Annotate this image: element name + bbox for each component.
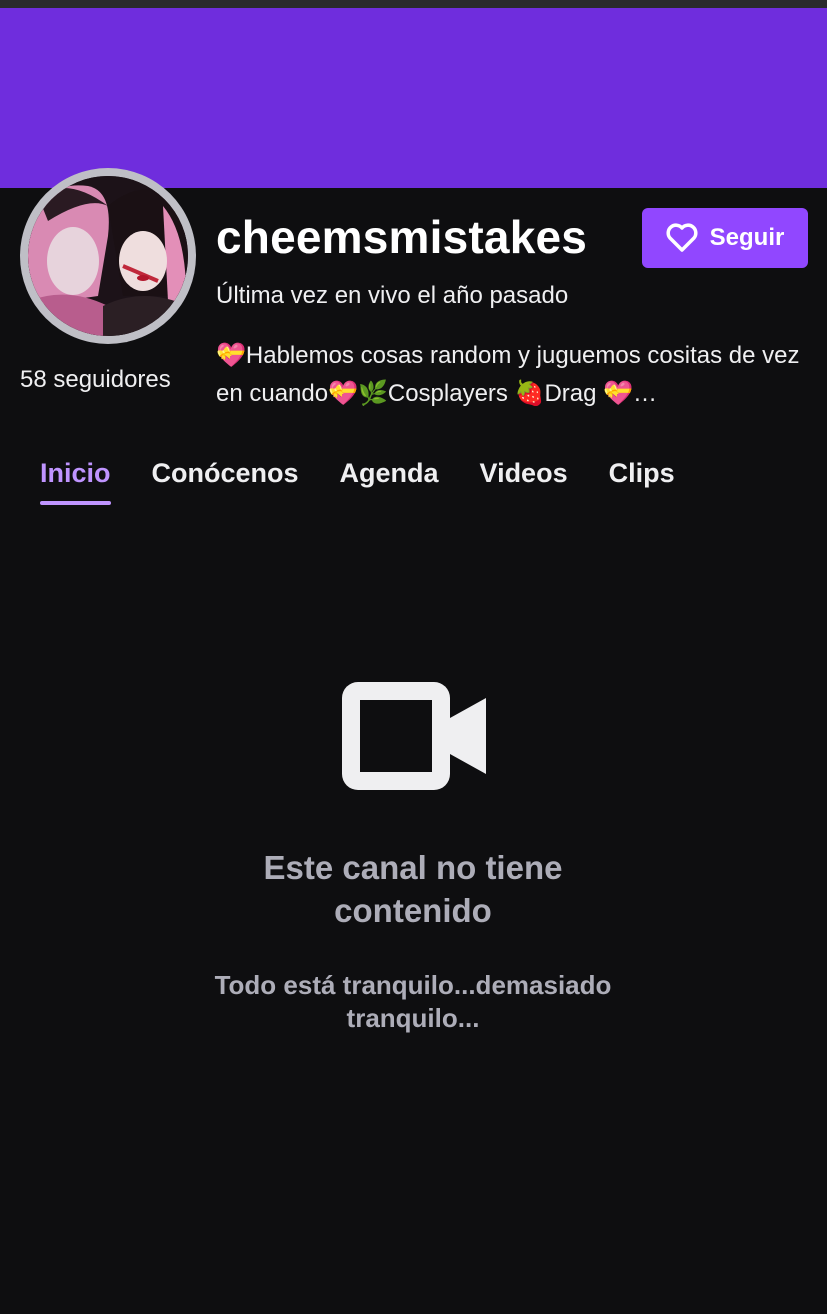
follow-button[interactable]: Seguir xyxy=(642,208,808,268)
empty-state-subtitle: Todo está tranquilo...demasiado tranquil… xyxy=(214,970,612,1033)
tab-videos[interactable]: Videos xyxy=(480,458,568,505)
follow-button-label: Seguir xyxy=(709,224,785,251)
avatar-image xyxy=(28,176,188,336)
last-live-status: Última vez en vivo el año pasado xyxy=(216,282,569,309)
status-bar-strip xyxy=(0,0,827,8)
empty-state-title: Este canal no tiene contenido xyxy=(263,849,563,929)
video-camera-icon xyxy=(342,682,488,790)
tab-agenda[interactable]: Agenda xyxy=(340,458,439,505)
avatar[interactable] xyxy=(28,176,188,336)
heart-outline-icon xyxy=(666,223,698,253)
channel-banner xyxy=(0,8,827,188)
followers-count: 58 seguidores xyxy=(20,366,171,393)
tab-clips[interactable]: Clips xyxy=(609,458,675,505)
tab-inicio[interactable]: Inicio xyxy=(40,458,111,505)
tab-conocenos[interactable]: Conócenos xyxy=(152,458,299,505)
channel-description: 💝Hablemos cosas random y juguemos cosita… xyxy=(216,342,800,407)
channel-name: cheemsmistakes xyxy=(216,211,588,263)
channel-tabs: Inicio Conócenos Agenda Videos Clips xyxy=(40,458,675,505)
